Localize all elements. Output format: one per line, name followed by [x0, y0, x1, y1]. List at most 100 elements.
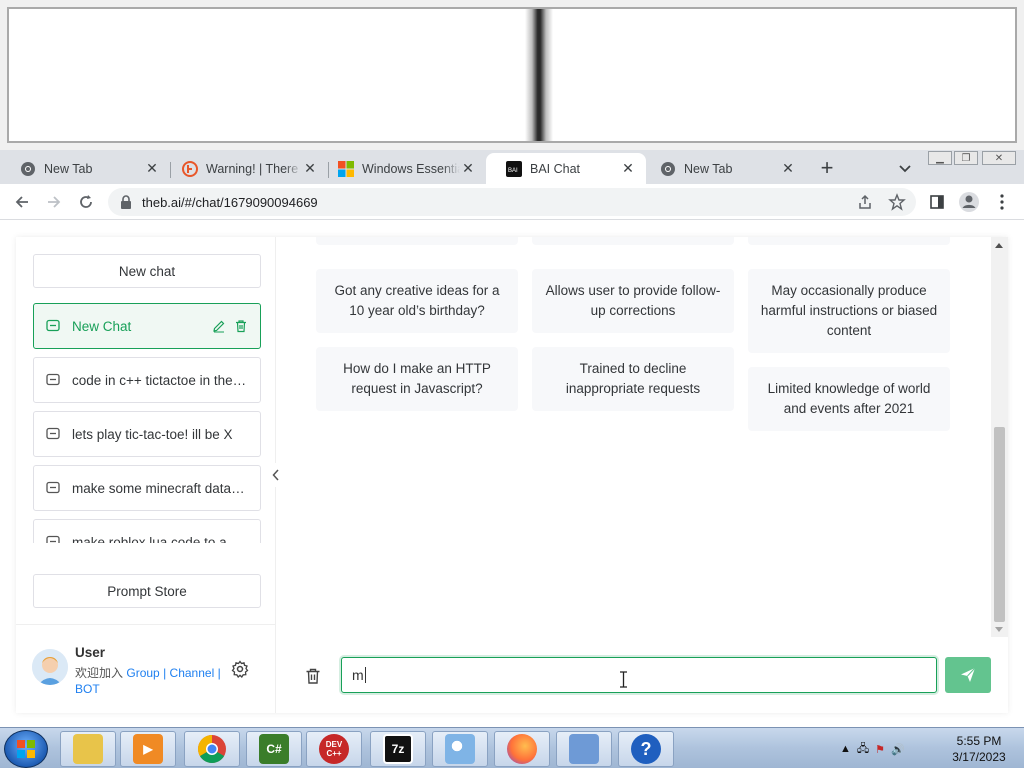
scroll-up-arrow[interactable]	[995, 243, 1003, 248]
example-card-partial	[316, 237, 518, 245]
chat-input-value: m	[352, 667, 364, 683]
csharp-icon: C#	[259, 734, 289, 764]
system-tray: ▲ 🖧 ⚑ 🔊	[840, 736, 905, 762]
network-icon	[569, 734, 599, 764]
help-icon: ?	[631, 734, 661, 764]
firefox-icon	[507, 734, 537, 764]
tab-bai-chat[interactable]: BAI BAI Chat ✕	[486, 153, 646, 184]
avatar[interactable]	[32, 649, 68, 685]
taskbar-firefox[interactable]	[494, 731, 550, 767]
chat-input[interactable]: m	[341, 657, 937, 693]
volume-icon[interactable]: 🔊	[891, 743, 905, 756]
message-icon	[46, 481, 60, 494]
taskbar-help[interactable]: ?	[618, 731, 674, 767]
user-name: User	[75, 645, 106, 660]
limitation-card-partial	[748, 237, 950, 245]
chat-scrollbar[interactable]	[991, 237, 1008, 637]
sidebar: New chat New Chat code in c++ tictactoe …	[16, 237, 276, 713]
channel-link[interactable]: Channel	[170, 666, 215, 680]
new-tab-button[interactable]: +	[814, 155, 840, 181]
prompt-store-button[interactable]: Prompt Store	[33, 574, 261, 608]
settings-button[interactable]	[230, 659, 250, 679]
send-button[interactable]	[945, 657, 991, 693]
history-item-new-chat[interactable]: New Chat	[33, 303, 261, 349]
dev-cpp-icon: DEV C++	[319, 734, 349, 764]
bookmark-star-icon[interactable]	[888, 193, 906, 211]
background-window-content	[7, 7, 1017, 143]
clock[interactable]: 5:55 PM 3/17/2023	[944, 733, 1014, 765]
reload-button[interactable]	[74, 190, 98, 214]
history-item[interactable]: lets play tic-tac-toe! ill be X	[33, 411, 261, 457]
start-button[interactable]	[4, 730, 48, 768]
example-card[interactable]: How do I make an HTTP request in Javascr…	[316, 347, 518, 411]
capability-card-partial	[532, 237, 734, 245]
history-item-label: lets play tic-tac-toe! ill be X	[72, 426, 233, 442]
tab-new-tab-2[interactable]: New Tab ✕	[640, 153, 806, 184]
side-panel-button[interactable]	[925, 190, 949, 214]
tab-windows-essentials[interactable]: Windows Essentials ✕	[318, 153, 486, 184]
history-item[interactable]: make some minecraft datapacks	[33, 465, 261, 511]
close-icon[interactable]: ✕	[620, 160, 636, 177]
chevron-down-icon	[899, 165, 911, 173]
menu-button[interactable]	[990, 190, 1014, 214]
join-text: 欢迎加入	[75, 666, 124, 680]
group-link[interactable]: Group	[126, 666, 159, 680]
taskbar-chrome[interactable]	[184, 731, 240, 767]
history-item[interactable]: code in c++ tictactoe in the console	[33, 357, 261, 403]
chrome-icon	[21, 161, 35, 176]
address-bar[interactable]: theb.ai/#/chat/1679090094669	[108, 188, 916, 216]
scroll-down-arrow[interactable]	[995, 627, 1003, 632]
network-tray-icon[interactable]: 🖧	[857, 740, 869, 759]
tab-search-button[interactable]	[892, 155, 918, 181]
close-window-button[interactable]: ✕	[982, 151, 1016, 165]
close-icon[interactable]: ✕	[780, 160, 796, 177]
profile-button[interactable]	[957, 190, 981, 214]
minimize-button[interactable]: ▁	[928, 151, 952, 165]
warning-site-icon	[182, 160, 198, 177]
tab-title: New Tab	[44, 161, 93, 176]
tray-expand-icon[interactable]: ▲	[840, 743, 851, 755]
text-caret	[364, 667, 366, 683]
close-icon[interactable]: ✕	[302, 160, 318, 177]
edit-icon[interactable]	[212, 319, 226, 333]
back-button[interactable]	[10, 190, 34, 214]
url-text: theb.ai/#/chat/1679090094669	[142, 195, 318, 210]
gear-icon	[231, 660, 249, 678]
link-separator: |	[163, 666, 167, 680]
scroll-thumb[interactable]	[994, 427, 1005, 622]
clear-chat-button[interactable]	[302, 665, 324, 687]
send-icon	[961, 667, 976, 682]
taskbar-dev-cpp[interactable]: DEV C++	[306, 731, 362, 767]
new-chat-button[interactable]: New chat	[33, 254, 261, 288]
tab-warning[interactable]: Warning! | There is ✕	[162, 153, 328, 184]
tab-title: BAI Chat	[530, 161, 581, 176]
reload-icon	[80, 195, 92, 208]
history-item[interactable]: make roblox lua code to a	[33, 519, 261, 543]
chat-app: New chat New Chat code in c++ tictactoe …	[16, 237, 1008, 713]
web-page: New chat New Chat code in c++ tictactoe …	[0, 221, 1024, 727]
message-icon	[46, 535, 60, 543]
close-icon[interactable]: ✕	[144, 160, 160, 177]
delete-icon[interactable]	[234, 319, 248, 333]
taskbar-paint[interactable]	[432, 731, 488, 767]
close-icon[interactable]: ✕	[460, 160, 476, 177]
share-icon[interactable]	[857, 194, 873, 210]
taskbar-7zip[interactable]: 7z	[370, 731, 426, 767]
bot-link[interactable]: BOT	[75, 682, 100, 696]
action-center-flag-icon[interactable]: ⚑	[875, 743, 885, 756]
taskbar-csharp[interactable]: C#	[246, 731, 302, 767]
restore-button[interactable]: ❐	[954, 151, 978, 165]
chat-input-area: m	[277, 647, 1008, 713]
example-card[interactable]: Got any creative ideas for a 10 year old…	[316, 269, 518, 333]
taskbar-network[interactable]	[556, 731, 612, 767]
media-player-icon: ▶	[133, 734, 163, 764]
taskbar-media-player[interactable]: ▶	[120, 731, 176, 767]
history-item-label: make some minecraft datapacks	[72, 480, 248, 496]
tab-new-tab-1[interactable]: New Tab ✕	[0, 153, 170, 184]
forward-button[interactable]	[42, 190, 66, 214]
history-item-label: make roblox lua code to a	[72, 534, 227, 544]
taskbar-explorer[interactable]	[60, 731, 116, 767]
background-window	[0, 0, 1024, 150]
tab-title: Warning! | There is	[206, 161, 302, 176]
message-icon	[46, 319, 60, 332]
